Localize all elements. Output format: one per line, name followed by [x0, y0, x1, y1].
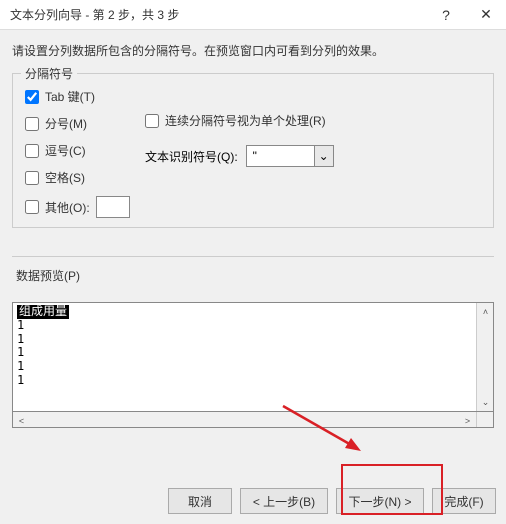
- tab-label: Tab 键(T): [45, 88, 95, 105]
- delimiters-group: 分隔符号 Tab 键(T) 分号(M) 逗号(C) 空格(S): [12, 73, 494, 228]
- comma-checkbox[interactable]: [25, 144, 39, 158]
- consecutive-label: 连续分隔符号视为单个处理(R): [165, 112, 326, 129]
- consecutive-checkbox[interactable]: [145, 114, 159, 128]
- scroll-corner: [476, 412, 493, 427]
- preview-row: 1: [17, 319, 472, 333]
- preview-label: 数据预览(P): [12, 267, 84, 284]
- other-input[interactable]: [96, 196, 130, 218]
- scroll-left-icon[interactable]: ˂: [13, 412, 30, 429]
- other-checkbox[interactable]: [25, 200, 39, 214]
- space-checkbox-item[interactable]: 空格(S): [25, 169, 145, 186]
- space-label: 空格(S): [45, 169, 85, 186]
- scroll-down-icon[interactable]: ⌄: [477, 394, 494, 411]
- comma-checkbox-item[interactable]: 逗号(C): [25, 142, 145, 159]
- preview-area: 数据预览(P) 组成用量 1 1 1 1 1 ˄ ⌄ ˂: [12, 256, 494, 428]
- instruction-text: 请设置分列数据所包含的分隔符号。在预览窗口内可看到分列的效果。: [12, 42, 494, 59]
- tab-checkbox-item[interactable]: Tab 键(T): [25, 88, 145, 105]
- scroll-right-icon[interactable]: ˃: [459, 412, 476, 429]
- delimiters-legend: 分隔符号: [21, 65, 77, 82]
- cancel-button[interactable]: 取消: [168, 488, 232, 514]
- chevron-down-icon: ⌄: [319, 149, 329, 163]
- text-qualifier-dropdown-button[interactable]: ⌄: [314, 145, 334, 167]
- semicolon-label: 分号(M): [45, 115, 87, 132]
- delimiter-right-options: 连续分隔符号视为单个处理(R) 文本识别符号(Q): " ⌄: [145, 88, 481, 228]
- button-row: 取消 < 上一步(B) 下一步(N) > 完成(F): [168, 488, 496, 514]
- other-checkbox-item[interactable]: 其他(O):: [25, 196, 145, 218]
- scroll-track[interactable]: [477, 320, 493, 394]
- back-button[interactable]: < 上一步(B): [240, 488, 328, 514]
- next-button[interactable]: 下一步(N) >: [336, 488, 424, 514]
- window-title: 文本分列向导 - 第 2 步，共 3 步: [10, 6, 426, 23]
- preview-row: 1: [17, 346, 472, 360]
- preview-row: 1: [17, 374, 472, 388]
- space-checkbox[interactable]: [25, 171, 39, 185]
- text-qualifier-value[interactable]: ": [246, 145, 314, 167]
- close-button[interactable]: ✕: [466, 0, 506, 30]
- preview-box: 组成用量 1 1 1 1 1 ˄ ⌄: [12, 302, 494, 412]
- consecutive-checkbox-item[interactable]: 连续分隔符号视为单个处理(R): [145, 112, 481, 129]
- preview-row: 1: [17, 333, 472, 347]
- tab-checkbox[interactable]: [25, 90, 39, 104]
- text-qualifier-label: 文本识别符号(Q):: [145, 148, 238, 165]
- vertical-scrollbar[interactable]: ˄ ⌄: [476, 303, 493, 411]
- preview-row: 1: [17, 360, 472, 374]
- scroll-track[interactable]: [30, 412, 459, 427]
- horizontal-scrollbar[interactable]: ˂ ˃: [12, 411, 494, 428]
- title-bar: 文本分列向导 - 第 2 步，共 3 步 ? ✕: [0, 0, 506, 30]
- scroll-up-icon[interactable]: ˄: [477, 303, 494, 320]
- semicolon-checkbox-item[interactable]: 分号(M): [25, 115, 145, 132]
- text-qualifier-row: 文本识别符号(Q): " ⌄: [145, 145, 481, 167]
- comma-label: 逗号(C): [45, 142, 86, 159]
- text-qualifier-combo[interactable]: " ⌄: [246, 145, 334, 167]
- finish-button[interactable]: 完成(F): [432, 488, 496, 514]
- other-label: 其他(O):: [45, 199, 90, 216]
- preview-header: 组成用量: [17, 305, 69, 319]
- preview-content: 组成用量 1 1 1 1 1: [13, 303, 476, 411]
- delimiter-options: Tab 键(T) 分号(M) 逗号(C) 空格(S) 其他(O):: [25, 88, 145, 228]
- dialog-content: 请设置分列数据所包含的分隔符号。在预览窗口内可看到分列的效果。 分隔符号 Tab…: [0, 30, 506, 428]
- semicolon-checkbox[interactable]: [25, 117, 39, 131]
- help-button[interactable]: ?: [426, 0, 466, 30]
